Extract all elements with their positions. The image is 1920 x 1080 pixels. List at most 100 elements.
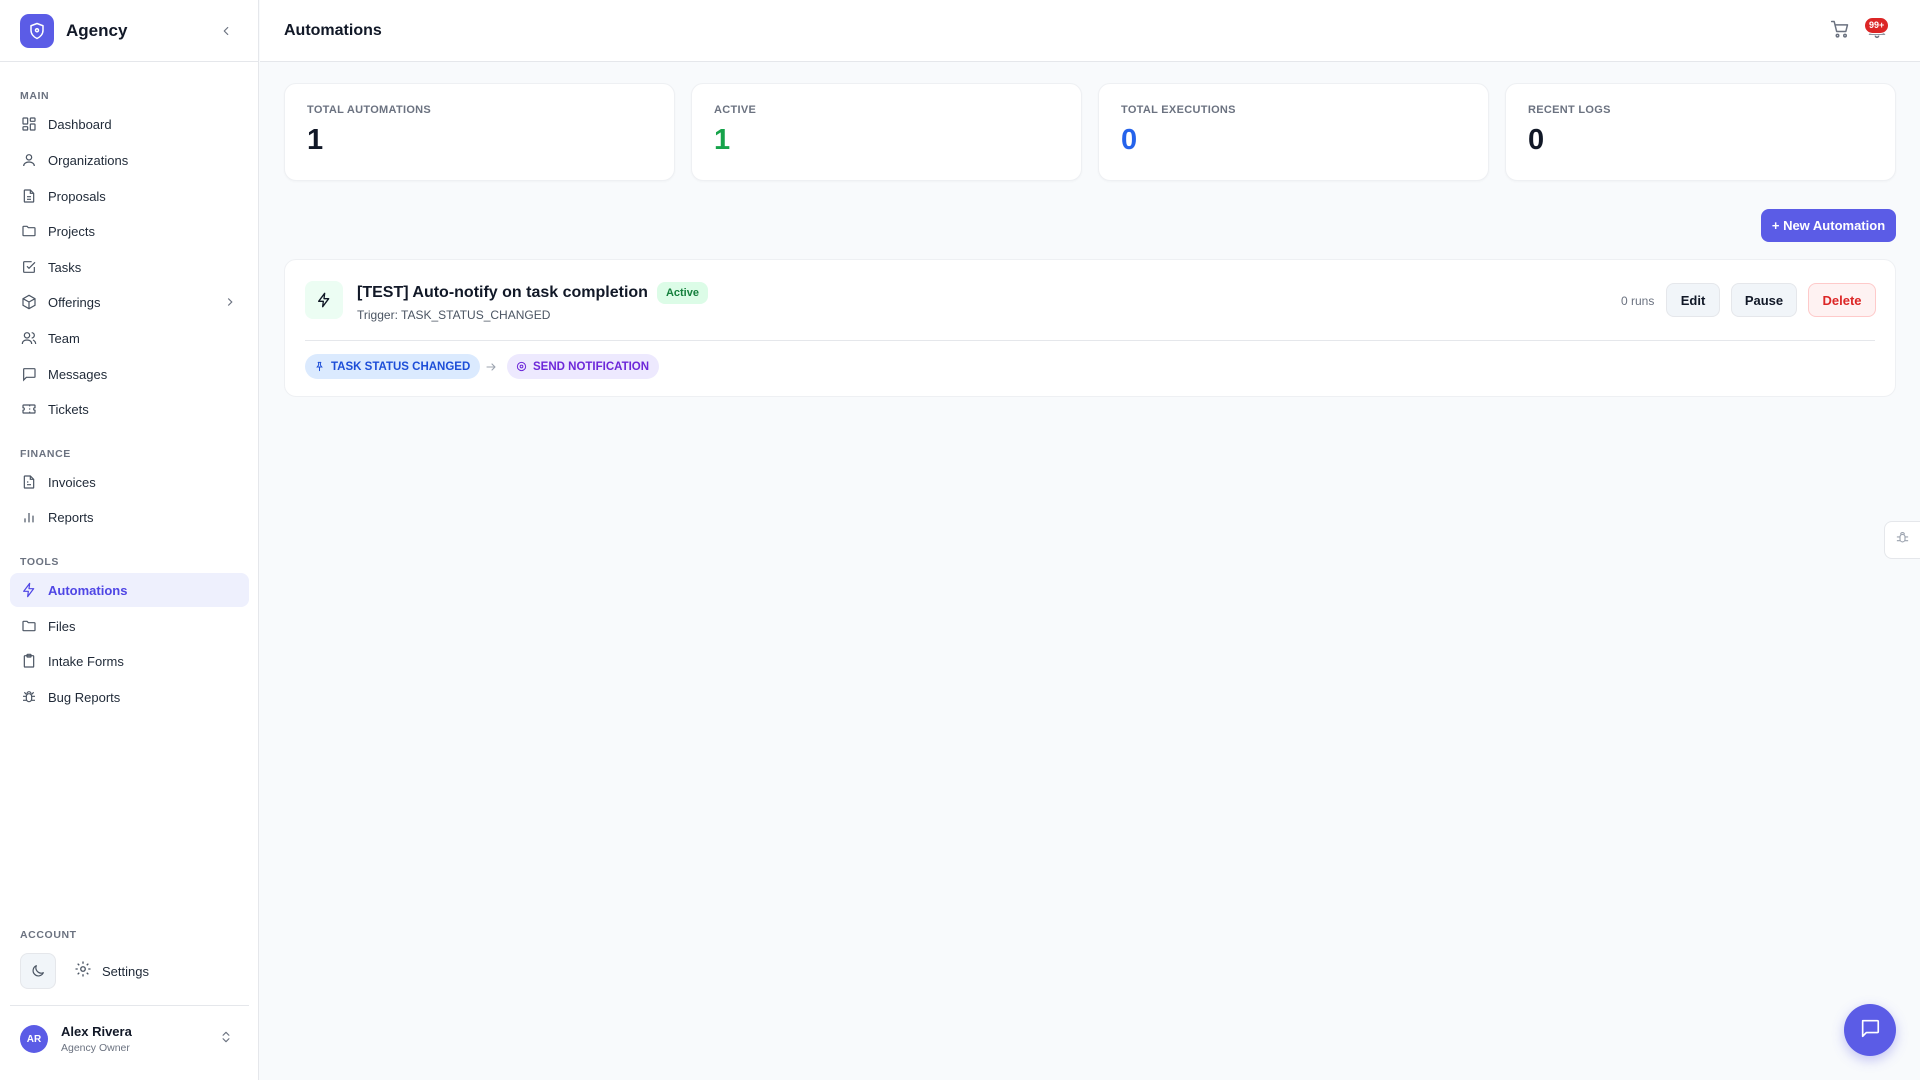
user-info: Alex Rivera Agency Owner [61,1024,132,1054]
chat-button[interactable] [1844,1004,1896,1056]
sidebar-item-bug-reports[interactable]: Bug Reports [10,680,249,714]
sidebar-item-label: Bug Reports [48,689,121,705]
section-label-tools: TOOLS [20,556,59,568]
lightning-icon [305,281,343,319]
sidebar-item-label: Invoices [48,474,96,490]
runs-count: 0 runs [1621,294,1655,308]
sidebar-item-label: Intake Forms [48,653,124,669]
pause-button[interactable]: Pause [1731,283,1797,317]
user-name: Alex Rivera [61,1024,132,1039]
bar-chart-icon [20,508,38,526]
notification-badge: 99+ [1864,17,1890,34]
clipboard-icon [20,652,38,670]
stat-value: 0 [1121,124,1138,156]
trigger-chip-label: TASK STATUS CHANGED [331,360,471,373]
action-chip: SEND NOTIFICATION [507,354,660,379]
automation-title-row: [TEST] Auto-notify on task completion Ac… [357,282,708,304]
user-icon [20,151,38,169]
divider [305,340,1875,341]
sidebar-item-tickets[interactable]: Tickets [10,392,249,426]
brand-name: Agency [66,20,128,40]
stat-label: TOTAL EXECUTIONS [1121,104,1236,116]
section-label-finance: FINANCE [20,448,71,460]
automation-title: [TEST] Auto-notify on task completion [357,284,648,301]
target-icon [516,361,528,373]
status-badge: Active [656,282,708,304]
automation-trigger: Trigger: TASK_STATUS_CHANGED [357,308,551,322]
sidebar-item-automations[interactable]: Automations [10,573,249,607]
sidebar-item-label: Files [48,618,76,634]
folder-icon [20,617,38,635]
cart-icon[interactable] [1830,19,1852,41]
sidebar-item-label: Tasks [48,259,82,275]
automation-card: [TEST] Auto-notify on task completion Ac… [284,259,1896,397]
stat-label: RECENT LOGS [1528,104,1611,116]
sidebar-item-team[interactable]: Team [10,321,249,355]
section-label-account: ACCOUNT [20,929,77,941]
sidebar-item-label: Organizations [48,152,129,168]
sidebar-item-files[interactable]: Files [10,609,249,643]
ticket-icon [20,400,38,418]
sidebar-item-messages[interactable]: Messages [10,357,249,391]
sidebar-item-reports[interactable]: Reports [10,500,249,534]
chevron-up-down-icon [219,1030,233,1049]
sidebar-item-label: Automations [48,582,128,598]
sidebar-item-intake-forms[interactable]: Intake Forms [10,644,249,678]
folder-icon [20,222,38,240]
arrow-right-icon [485,360,497,372]
stat-value: 1 [714,124,731,156]
bug-icon [1895,530,1910,550]
chevron-right-icon [223,295,237,309]
account-row: Settings [20,953,149,989]
shield-logo-icon [20,13,54,48]
settings-link[interactable]: Settings [74,960,149,983]
stat-value: 0 [1528,124,1545,156]
sidebar-item-proposals[interactable]: Proposals [10,179,249,213]
package-icon [20,293,38,311]
stat-card-total-executions: TOTAL EXECUTIONS 0 [1098,83,1489,181]
sidebar-item-offerings[interactable]: Offerings [10,285,249,319]
section-label-main: MAIN [20,90,50,102]
avatar: AR [20,1025,48,1053]
document-icon [20,187,38,205]
stat-card-recent-logs: RECENT LOGS 0 [1505,83,1896,181]
new-automation-button[interactable]: + New Automation [1761,209,1896,242]
sidebar-item-invoices[interactable]: Invoices [10,465,249,499]
stat-card-total-automations: TOTAL AUTOMATIONS 1 [284,83,675,181]
check-square-icon [20,258,38,276]
bug-icon [20,688,38,706]
sidebar-item-label: Offerings [48,294,101,310]
users-icon [20,329,38,347]
sidebar-item-label: Messages [48,366,108,382]
delete-button[interactable]: Delete [1808,283,1876,317]
chevron-left-icon[interactable] [214,19,238,43]
user-menu[interactable]: AR Alex Rivera Agency Owner [10,1016,249,1062]
sidebar-item-tasks[interactable]: Tasks [10,250,249,284]
sidebar: Agency MAIN Dashboard Organizations Prop… [0,0,259,1080]
gear-icon [74,960,92,983]
sidebar-item-label: Projects [48,223,95,239]
settings-label: Settings [102,963,149,979]
invoice-icon [20,473,38,491]
lightning-icon [20,581,38,599]
moon-icon[interactable] [20,953,56,989]
top-header: Automations 99+ [260,0,1920,62]
page-title: Automations [284,21,382,39]
edit-button[interactable]: Edit [1666,283,1720,317]
brand-header: Agency [0,0,258,62]
stat-value: 1 [307,124,324,156]
stat-card-active: ACTIVE 1 [691,83,1082,181]
bug-report-tab[interactable] [1884,521,1920,559]
action-chip-label: SEND NOTIFICATION [533,360,650,373]
trigger-chip: TASK STATUS CHANGED [305,354,481,379]
divider [10,1005,249,1006]
sidebar-item-dashboard[interactable]: Dashboard [10,107,249,141]
message-icon [20,365,38,383]
sidebar-item-label: Tickets [48,401,89,417]
sidebar-item-label: Proposals [48,188,106,204]
sidebar-item-label: Team [48,330,80,346]
sidebar-item-projects[interactable]: Projects [10,214,249,248]
chat-icon [1859,1017,1881,1044]
grid-icon [20,115,38,133]
sidebar-item-organizations[interactable]: Organizations [10,143,249,177]
